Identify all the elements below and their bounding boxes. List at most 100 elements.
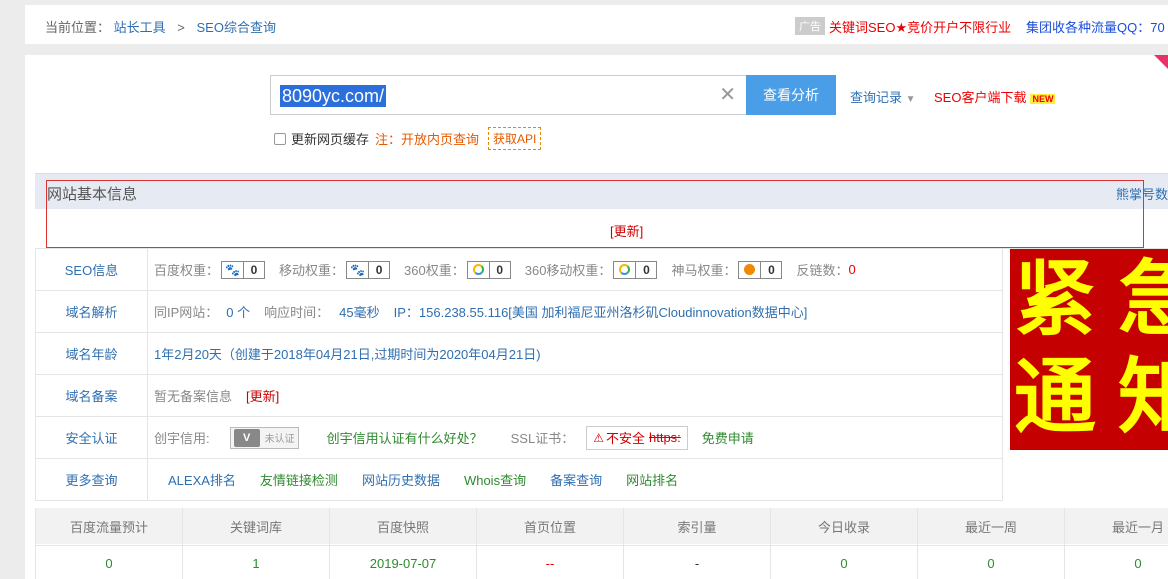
refresh-cache-checkbox[interactable] <box>274 132 286 145</box>
icp-update-link[interactable]: [更新] <box>246 386 279 405</box>
dns-row: 域名解析 同IP网站： 0 个 响应时间： 45毫秒 IP：156.238.55… <box>36 291 1002 333</box>
alexa-rank-link[interactable]: ALEXA排名 <box>168 470 236 489</box>
seo-info-label: SEO信息 <box>36 249 148 290</box>
domain-search-value[interactable]: 8090yc.com/ <box>280 85 387 107</box>
stats-value-cell[interactable]: 0 <box>771 544 918 579</box>
response-time-label: 响应时间： <box>264 305 330 320</box>
site-history-link[interactable]: 网站历史数据 <box>362 470 440 489</box>
stats-value-row: 0 1 2019-07-07 -- - 0 0 0 <box>36 544 1168 579</box>
credit-benefit-link[interactable]: 创宇信用认证有什么好处？ <box>327 428 483 447</box>
stats-header-cell: 今日收录 <box>771 508 918 546</box>
stats-header-cell: 索引量 <box>624 508 771 546</box>
ssl-status-badge[interactable]: ⚠ 不安全 https: <box>586 425 688 450</box>
same-ip-label: 同IP网站： <box>154 305 219 320</box>
query-history-dropdown[interactable]: 查询记录 ▼ <box>850 87 916 106</box>
free-apply-link[interactable]: 免费申请 <box>702 428 754 447</box>
mobile-weight-value: 0 <box>375 262 383 277</box>
icp-value: 暂无备案信息 <box>154 389 233 404</box>
shenma-weight-value: 0 <box>768 262 775 277</box>
backlink-value[interactable]: 0 <box>848 262 855 277</box>
seo-client-download-link[interactable]: SEO客户端下载 NEW <box>934 87 1056 106</box>
query-history-label: 查询记录 <box>850 90 903 105</box>
domain-age-label: 域名年龄 <box>36 333 148 374</box>
options-row: 更新网页缓存 注：开放内页查询 获取API <box>274 127 542 150</box>
stats-table: 百度流量预计 关键词库 百度快照 首页位置 索引量 今日收录 最近一周 最近一月… <box>35 508 1168 579</box>
friend-link-check-link[interactable]: 友情链接检测 <box>260 470 338 489</box>
verified-v-icon: V <box>233 428 260 447</box>
new-badge: NEW <box>1030 93 1056 104</box>
analyze-button[interactable]: 查看分析 <box>746 75 836 115</box>
s360m-weight-label: 360移动权重： <box>524 263 612 278</box>
shenma-weight-label: 神马权重： <box>671 263 737 278</box>
corner-ribbon <box>1154 55 1168 69</box>
s360-weight-badge[interactable]: 0 <box>466 260 511 279</box>
ssl-label: SSL证书： <box>510 431 575 446</box>
s360-ring-icon <box>614 261 637 278</box>
get-api-button[interactable]: 获取API <box>488 127 542 150</box>
baidu-weight-label: 百度权重： <box>154 263 220 278</box>
breadcrumb-home-link[interactable]: 站长工具 <box>114 20 166 35</box>
domain-search-input[interactable]: 8090yc.com/ ✕ <box>270 75 747 115</box>
s360-ring-icon <box>468 261 490 278</box>
icp-row: 域名备案 暂无备案信息 [更新] <box>36 375 1002 417</box>
top-bar: 当前位置： 站长工具 > SEO综合查询 广告 关键词SEO★竞价开户不限行业 … <box>25 5 1168 44</box>
stats-value-cell[interactable]: - <box>624 544 771 579</box>
stats-value-cell[interactable]: 2019-07-07 <box>330 544 477 579</box>
mobile-weight-label: 移动权重： <box>279 263 345 278</box>
s360-weight-label: 360权重： <box>404 263 465 278</box>
more-query-row: 更多查询 ALEXA排名 友情链接检测 网站历史数据 Whois查询 备案查询 … <box>36 459 1002 501</box>
banner-char-1: 紧 <box>1014 252 1097 347</box>
refresh-cache-label[interactable]: 更新网页缓存 <box>291 129 369 148</box>
site-info-table: SEO信息 百度权重： 🐾 0 移动权重： 🐾 0 360权重： 0 360移动权重… <box>35 249 1003 501</box>
close-icon[interactable]: ✕ <box>719 84 736 106</box>
security-label: 安全认证 <box>36 417 148 458</box>
site-rank-link[interactable]: 网站排名 <box>626 470 678 489</box>
seo-client-download-label: SEO客户端下载 <box>934 90 1027 105</box>
backlink-label: 反链数： <box>796 263 849 278</box>
ad-link-seo[interactable]: 关键词SEO★竞价开户不限行业 <box>829 17 1011 36</box>
urgent-notice-banner[interactable]: 紧 急 通 知 <box>1010 249 1168 450</box>
same-ip-value[interactable]: 0 个 <box>226 302 250 321</box>
breadcrumb: 当前位置： 站长工具 > SEO综合查询 <box>45 17 276 36</box>
cert-status: 未认证 <box>264 434 295 445</box>
uncertified-badge[interactable]: V 未认证 <box>229 426 299 449</box>
stats-value-cell[interactable]: 0 <box>918 544 1065 579</box>
response-time-value[interactable]: 45毫秒 <box>339 302 379 321</box>
breadcrumb-current-link[interactable]: SEO综合查询 <box>197 20 276 35</box>
domain-age-row: 域名年龄 1年2月20天（创建于2018年04月21日,过期时间为2020年04… <box>36 333 1002 375</box>
stats-header-cell: 百度快照 <box>330 508 477 546</box>
banner-char-3: 通 <box>1014 350 1097 445</box>
ssl-https: https: <box>649 430 681 445</box>
security-row: 安全认证 创宇信用: V 未认证 创宇信用认证有什么好处？ SSL证书： ⚠ 不… <box>36 417 1002 459</box>
s360m-weight-badge[interactable]: 0 <box>613 260 658 279</box>
shenma-horse-icon <box>739 261 762 278</box>
credit-label: 创宇信用: <box>154 431 210 446</box>
stats-header-cell: 最近一月 <box>1065 508 1168 546</box>
stats-value-cell[interactable]: 0 <box>1065 544 1168 579</box>
stats-header-row: 百度流量预计 关键词库 百度快照 首页位置 索引量 今日收录 最近一周 最近一月 <box>36 508 1168 546</box>
whois-link[interactable]: Whois查询 <box>464 470 526 489</box>
shenma-weight-badge[interactable]: 0 <box>738 260 783 279</box>
mobile-weight-badge[interactable]: 🐾 0 <box>346 260 391 279</box>
baidu-paw-icon: 🐾 <box>347 261 370 278</box>
main-panel: 8090yc.com/ ✕ 查看分析 查询记录 ▼ SEO客户端下载 NEW 更新… <box>25 55 1168 579</box>
breadcrumb-separator: > <box>177 20 185 35</box>
banner-char-4: 知 <box>1118 350 1168 445</box>
dns-label: 域名解析 <box>36 291 148 332</box>
ip-location-link[interactable]: IP：156.238.55.116[美国 加利福尼亚州洛杉矶Cloudinnov… <box>394 302 808 321</box>
baidu-weight-badge[interactable]: 🐾 0 <box>221 260 266 279</box>
domain-age-value[interactable]: 1年2月20天（创建于2018年04月21日,过期时间为2020年04月21日) <box>154 344 541 363</box>
icp-query-link[interactable]: 备案查询 <box>550 470 602 489</box>
stats-value-cell[interactable]: 0 <box>36 544 183 579</box>
inner-page-note: 注：开放内页查询 <box>375 132 480 147</box>
baidu-paw-icon: 🐾 <box>222 261 245 278</box>
stats-header-cell: 首页位置 <box>477 508 624 546</box>
warning-icon: ⚠ <box>593 430 604 445</box>
ad-link-traffic[interactable]: 集团收各种流量QQ：70 <box>1026 17 1165 36</box>
baidu-weight-value: 0 <box>250 262 258 277</box>
stats-header-cell: 关键词库 <box>183 508 330 546</box>
stats-value-cell[interactable]: 1 <box>183 544 330 579</box>
stats-value-cell[interactable]: -- <box>477 544 624 579</box>
more-query-label: 更多查询 <box>36 459 148 500</box>
stats-header-cell: 百度流量预计 <box>36 508 183 546</box>
